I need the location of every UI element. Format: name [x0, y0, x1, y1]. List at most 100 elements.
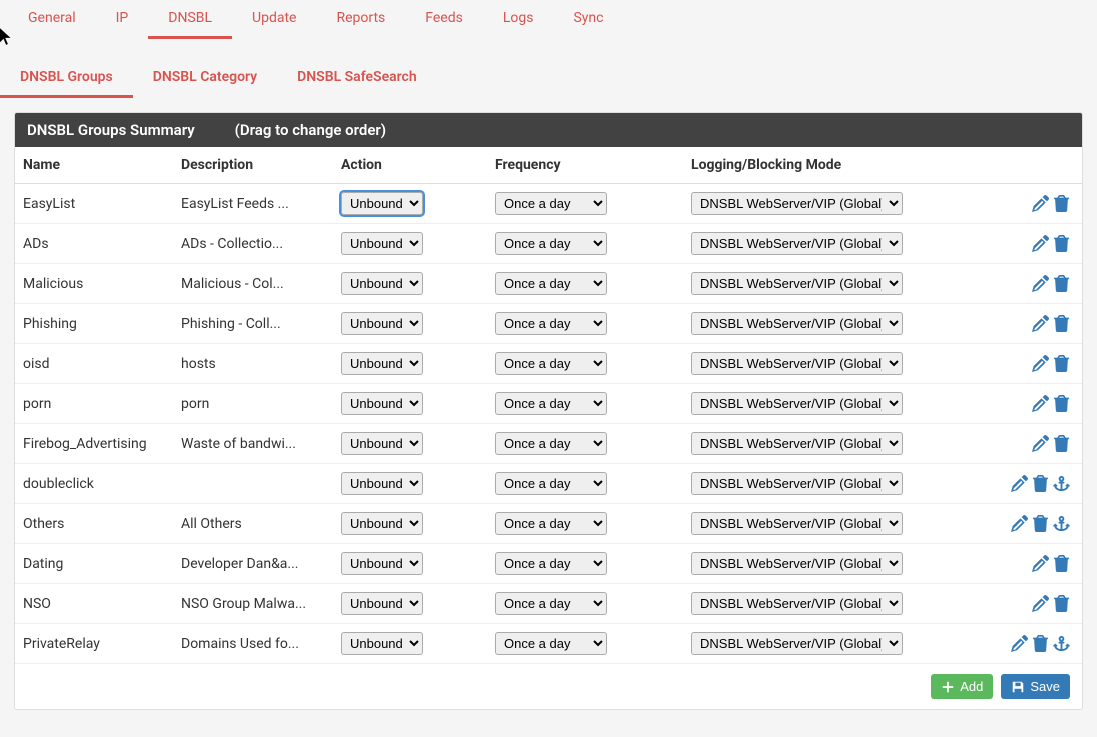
- pencil-icon[interactable]: [1032, 435, 1049, 452]
- action-select[interactable]: Unbound: [341, 312, 423, 335]
- mode-select[interactable]: DNSBL WebServer/VIP (Global): [691, 272, 903, 295]
- row-name: Firebog_Advertising: [15, 424, 173, 464]
- pencil-icon[interactable]: [1032, 355, 1049, 372]
- trash-icon[interactable]: [1053, 235, 1070, 252]
- table-row[interactable]: doubleclickUnboundOnce a dayDNSBL WebSer…: [15, 464, 1082, 504]
- table-row[interactable]: MaliciousMalicious - Col...UnboundOnce a…: [15, 264, 1082, 304]
- mode-select[interactable]: DNSBL WebServer/VIP (Global): [691, 312, 903, 335]
- pencil-icon[interactable]: [1032, 395, 1049, 412]
- pencil-icon[interactable]: [1032, 235, 1049, 252]
- main-tab-reports[interactable]: Reports: [316, 0, 405, 39]
- anchor-icon[interactable]: [1053, 635, 1070, 652]
- mode-select[interactable]: DNSBL WebServer/VIP (Global): [691, 632, 903, 655]
- row-description: porn: [173, 384, 333, 424]
- sub-tab-dnsbl-groups[interactable]: DNSBL Groups: [0, 59, 133, 98]
- main-tab-sync[interactable]: Sync: [553, 0, 623, 39]
- mode-select[interactable]: DNSBL WebServer/VIP (Global): [691, 352, 903, 375]
- pencil-icon[interactable]: [1032, 555, 1049, 572]
- action-select[interactable]: Unbound: [341, 512, 423, 535]
- dnsbl-groups-panel: DNSBL Groups Summary (Drag to change ord…: [14, 112, 1083, 710]
- trash-icon[interactable]: [1032, 475, 1049, 492]
- frequency-select[interactable]: Once a day: [495, 192, 607, 215]
- main-tab-update[interactable]: Update: [232, 0, 316, 39]
- trash-icon[interactable]: [1053, 595, 1070, 612]
- action-select[interactable]: Unbound: [341, 272, 423, 295]
- pencil-icon[interactable]: [1011, 515, 1028, 532]
- action-select[interactable]: Unbound: [341, 592, 423, 615]
- trash-icon[interactable]: [1053, 355, 1070, 372]
- frequency-select[interactable]: Once a day: [495, 472, 607, 495]
- table-row[interactable]: DatingDeveloper Dan&a...UnboundOnce a da…: [15, 544, 1082, 584]
- table-row[interactable]: NSONSO Group Malwa... Unbound Once a day DN…: [15, 584, 1082, 624]
- mode-select[interactable]: DNSBL WebServer/VIP (Global): [691, 432, 903, 455]
- pencil-icon[interactable]: [1011, 635, 1028, 652]
- table-row[interactable]: PhishingPhishing - Coll...UnboundOnce a …: [15, 304, 1082, 344]
- main-tab-logs[interactable]: Logs: [483, 0, 554, 39]
- table-row[interactable]: PrivateRelayDomains Used fo...UnboundOnc…: [15, 624, 1082, 664]
- frequency-select[interactable]: Once a day: [495, 552, 607, 575]
- mode-select[interactable]: DNSBL WebServer/VIP (Global): [691, 232, 903, 255]
- row-name: PrivateRelay: [15, 624, 173, 664]
- mode-select[interactable]: DNSBL WebServer/VIP (Global): [691, 472, 903, 495]
- trash-icon[interactable]: [1053, 195, 1070, 212]
- row-name: porn: [15, 384, 173, 424]
- action-select[interactable]: Unbound: [341, 192, 423, 215]
- trash-icon[interactable]: [1053, 435, 1070, 452]
- trash-icon[interactable]: [1032, 635, 1049, 652]
- pencil-icon[interactable]: [1032, 195, 1049, 212]
- table-row[interactable]: EasyListEasyList Feeds ...UnboundOnce a …: [15, 184, 1082, 224]
- main-tab-general[interactable]: General: [8, 0, 96, 39]
- row-name: oisd: [15, 344, 173, 384]
- frequency-select[interactable]: Once a day: [495, 232, 607, 255]
- pencil-icon[interactable]: [1032, 275, 1049, 292]
- mode-select[interactable]: DNSBL WebServer/VIP (Global): [691, 592, 903, 615]
- action-select[interactable]: Unbound: [341, 472, 423, 495]
- trash-icon[interactable]: [1053, 555, 1070, 572]
- row-description: Phishing - Coll...: [173, 304, 333, 344]
- pencil-icon[interactable]: [1032, 315, 1049, 332]
- table-row[interactable]: OthersAll OthersUnboundOnce a dayDNSBL W…: [15, 504, 1082, 544]
- table-row[interactable]: ADsADs - Collectio...UnboundOnce a dayDN…: [15, 224, 1082, 264]
- table-row[interactable]: pornporn Unbound Once a day DNSBL WebServer…: [15, 384, 1082, 424]
- col-name: Name: [15, 147, 173, 184]
- trash-icon[interactable]: [1053, 315, 1070, 332]
- sub-tab-dnsbl-category[interactable]: DNSBL Category: [133, 59, 277, 98]
- action-select[interactable]: Unbound: [341, 352, 423, 375]
- action-select[interactable]: Unbound: [341, 432, 423, 455]
- action-select[interactable]: Unbound: [341, 632, 423, 655]
- table-row[interactable]: Firebog_AdvertisingWaste of bandwi...Unb…: [15, 424, 1082, 464]
- sub-tabs: DNSBL GroupsDNSBL CategoryDNSBL SafeSear…: [0, 39, 1097, 98]
- table-row[interactable]: oisdhostsUnboundOnce a dayDNSBL WebServe…: [15, 344, 1082, 384]
- main-tab-dnsbl[interactable]: DNSBL: [148, 0, 232, 39]
- add-button[interactable]: Add: [931, 674, 993, 699]
- sub-tab-dnsbl-safesearch[interactable]: DNSBL SafeSearch: [277, 59, 437, 98]
- pencil-icon[interactable]: [1011, 475, 1028, 492]
- main-tab-ip[interactable]: IP: [96, 0, 149, 39]
- trash-icon[interactable]: [1053, 395, 1070, 412]
- save-icon: [1011, 680, 1025, 694]
- trash-icon[interactable]: [1032, 515, 1049, 532]
- mode-select[interactable]: DNSBL WebServer/VIP (Global): [691, 512, 903, 535]
- pencil-icon[interactable]: [1032, 595, 1049, 612]
- save-button[interactable]: Save: [1001, 674, 1070, 699]
- frequency-select[interactable]: Once a day: [495, 352, 607, 375]
- frequency-select[interactable]: Once a day: [495, 592, 607, 615]
- row-name: NSO: [15, 584, 173, 624]
- trash-icon[interactable]: [1053, 275, 1070, 292]
- frequency-select[interactable]: Once a day: [495, 432, 607, 455]
- frequency-select[interactable]: Once a day: [495, 512, 607, 535]
- frequency-select[interactable]: Once a day: [495, 392, 607, 415]
- row-description: NSO Group Malwa...: [173, 584, 333, 624]
- mode-select[interactable]: DNSBL WebServer/VIP (Global): [691, 392, 903, 415]
- mode-select[interactable]: DNSBL WebServer/VIP (Global): [691, 552, 903, 575]
- action-select[interactable]: Unbound: [341, 552, 423, 575]
- action-select[interactable]: Unbound: [341, 392, 423, 415]
- action-select[interactable]: Unbound: [341, 232, 423, 255]
- anchor-icon[interactable]: [1053, 515, 1070, 532]
- frequency-select[interactable]: Once a day: [495, 312, 607, 335]
- anchor-icon[interactable]: [1053, 475, 1070, 492]
- main-tab-feeds[interactable]: Feeds: [405, 0, 483, 39]
- mode-select[interactable]: DNSBL WebServer/VIP (Global): [691, 192, 903, 215]
- frequency-select[interactable]: Once a day: [495, 272, 607, 295]
- frequency-select[interactable]: Once a day: [495, 632, 607, 655]
